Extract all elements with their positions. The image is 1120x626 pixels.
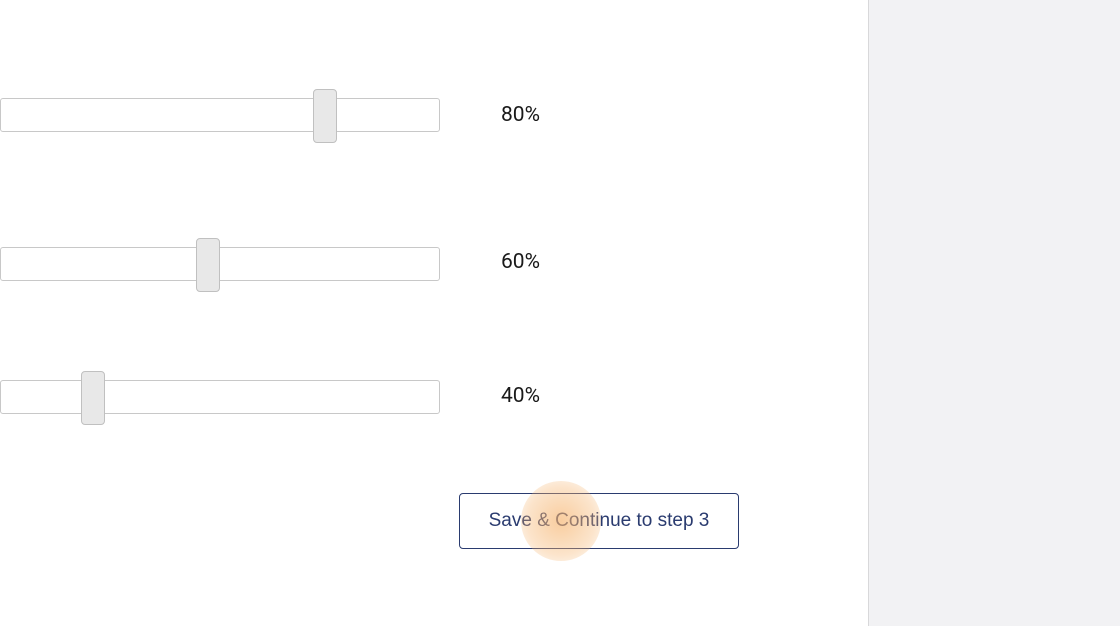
slider-track-2[interactable] [0, 247, 440, 281]
slider-handle-1[interactable] [313, 89, 337, 143]
slider-value-3: 40% [501, 384, 540, 408]
main-content-area: 80% 60% 40% Save & Continue to step 3 [0, 0, 868, 626]
slider-row-2 [0, 247, 440, 281]
slider-value-2: 60% [501, 250, 540, 274]
right-sidebar-panel [868, 0, 1120, 626]
slider-value-1: 80% [501, 103, 540, 127]
slider-handle-3[interactable] [81, 371, 105, 425]
slider-row-3 [0, 380, 440, 414]
slider-track-1[interactable] [0, 98, 440, 132]
save-continue-button[interactable]: Save & Continue to step 3 [459, 493, 739, 549]
slider-track-3[interactable] [0, 380, 440, 414]
slider-row-1 [0, 98, 440, 132]
slider-handle-2[interactable] [196, 238, 220, 292]
save-continue-label: Save & Continue to step 3 [489, 510, 710, 532]
